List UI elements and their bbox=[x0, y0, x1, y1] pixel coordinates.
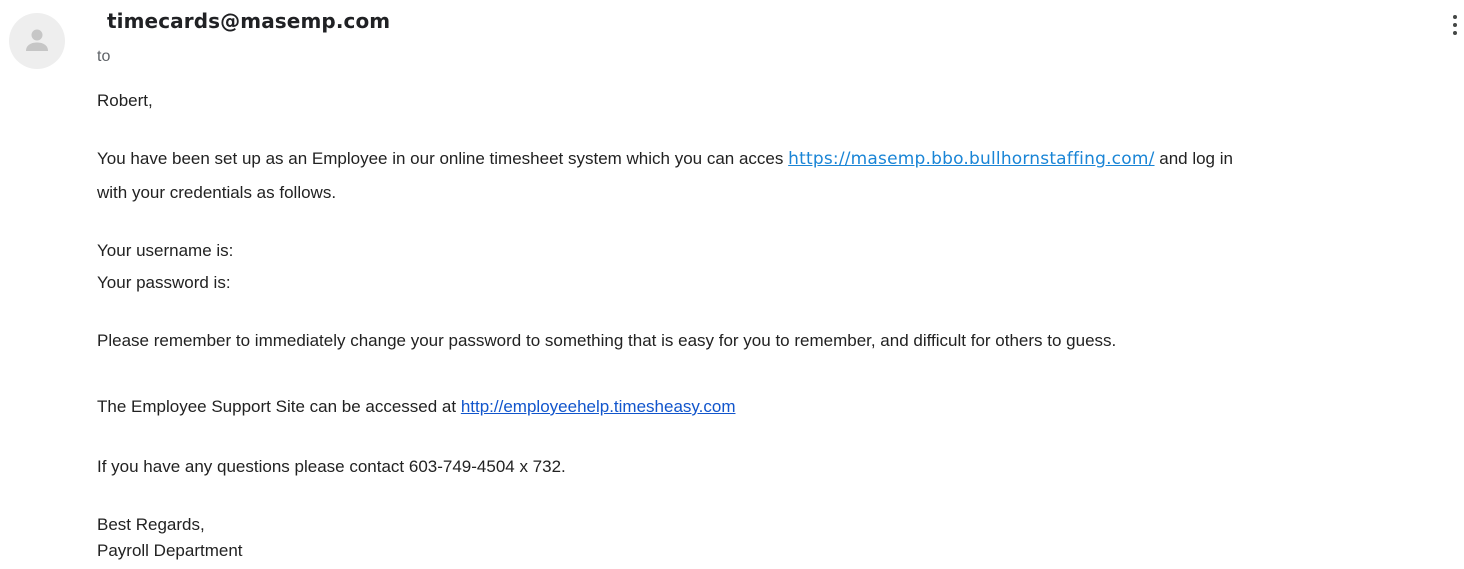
avatar[interactable] bbox=[9, 13, 65, 69]
intro-text: You have been set up as an Employee in o… bbox=[97, 149, 784, 168]
intro-text-end: and log in bbox=[1154, 149, 1233, 168]
support-site-link[interactable]: http://employeehelp.timesheasy.com bbox=[461, 397, 736, 416]
signature: Payroll Department bbox=[97, 541, 243, 560]
closing: Best Regards, bbox=[97, 515, 205, 534]
password-label: Your password is: bbox=[97, 273, 231, 292]
username-label: Your username is: bbox=[97, 241, 234, 260]
more-vert-icon bbox=[1453, 15, 1457, 35]
password-reminder: Please remember to immediately change yo… bbox=[97, 331, 1117, 350]
questions-line: If you have any questions please contact… bbox=[97, 457, 566, 476]
person-icon bbox=[26, 29, 48, 51]
intro-line-2: with your credentials as follows. bbox=[97, 183, 337, 202]
intro-line-1: You have been set up as an Employee in o… bbox=[97, 145, 1233, 173]
more-options-button[interactable] bbox=[1438, 10, 1464, 40]
sender-address[interactable]: timecards@masemp.com bbox=[107, 9, 390, 33]
support-text: The Employee Support Site can be accesse… bbox=[97, 397, 461, 416]
timesheet-system-link[interactable]: https://masemp.bbo.bullhornstaffing.com/ bbox=[788, 149, 1154, 169]
support-line: The Employee Support Site can be accesse… bbox=[97, 393, 735, 420]
greeting: Robert, bbox=[97, 91, 153, 110]
recipient-label: to bbox=[97, 48, 111, 65]
